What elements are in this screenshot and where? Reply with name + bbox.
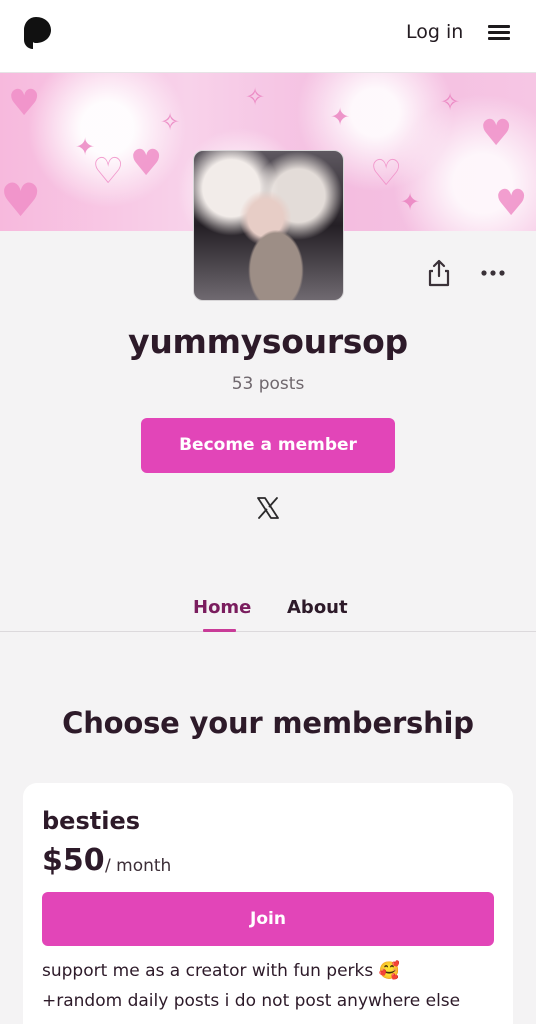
tier-name: besties xyxy=(42,807,141,835)
creator-name: yummysoursop xyxy=(128,322,408,361)
more-options-icon[interactable] xyxy=(478,260,508,286)
membership-section-title: Choose your membership xyxy=(62,706,474,740)
join-button[interactable]: Join xyxy=(42,892,494,946)
tier-price: $50 xyxy=(42,843,105,878)
tab-about[interactable]: About xyxy=(287,597,348,618)
tab-home[interactable]: Home xyxy=(193,597,251,618)
profile-tabs: Home About xyxy=(0,580,536,632)
x-twitter-icon[interactable] xyxy=(255,495,281,521)
share-icon[interactable] xyxy=(424,258,454,288)
top-navigation-bar: Log in xyxy=(0,0,536,73)
tier-period: / month xyxy=(105,856,172,876)
membership-tier-card: besties $50 / month Join support me as a… xyxy=(23,783,513,1024)
creator-avatar xyxy=(193,150,344,301)
tier-description-line-2: +random daily posts i do not post anywhe… xyxy=(42,991,461,1011)
hamburger-menu-icon[interactable] xyxy=(486,22,514,44)
post-count: 53 posts xyxy=(231,374,305,394)
patreon-logo-icon[interactable] xyxy=(20,16,52,50)
active-tab-indicator xyxy=(203,629,236,632)
become-member-button[interactable]: Become a member xyxy=(141,418,395,473)
login-link[interactable]: Log in xyxy=(406,21,463,43)
tier-description-line-1: support me as a creator with fun perks 🥰 xyxy=(42,961,400,981)
